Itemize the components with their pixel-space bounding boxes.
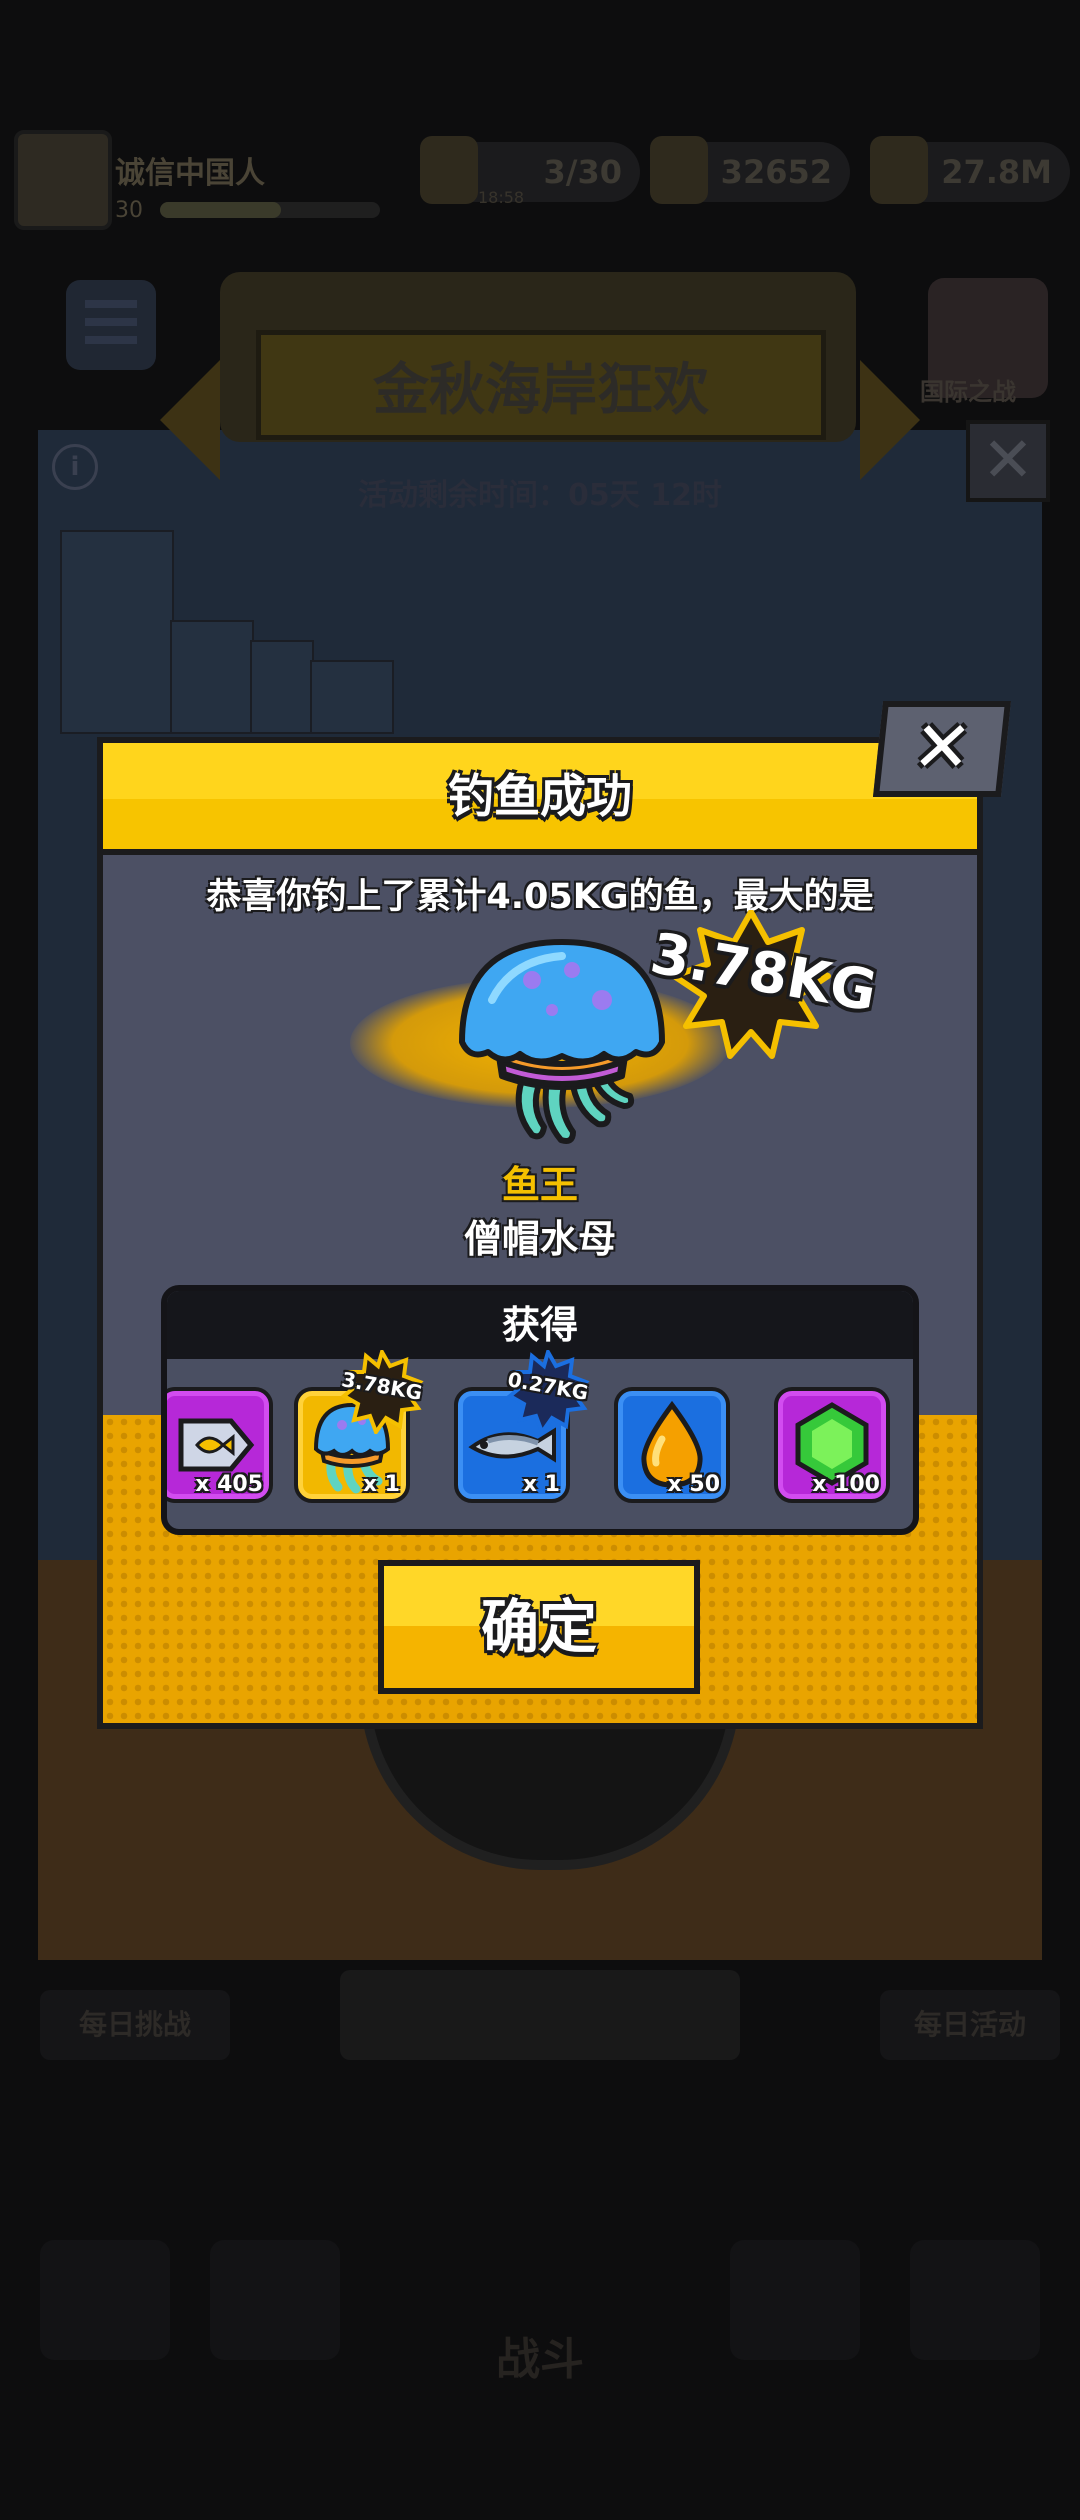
dialog-header: 钓鱼成功 bbox=[103, 743, 977, 855]
coin-counter[interactable]: 32652 bbox=[650, 136, 850, 204]
event-title: 金秋海岸狂欢 bbox=[256, 330, 826, 440]
nav-shop[interactable] bbox=[40, 2240, 170, 2360]
nav-collection[interactable] bbox=[730, 2240, 860, 2360]
info-icon[interactable]: i bbox=[52, 444, 98, 490]
nav-team[interactable] bbox=[210, 2240, 340, 2360]
reward-item[interactable]: x 405 bbox=[167, 1387, 273, 1503]
catch-summary-text: 恭喜你钓上了累计4.05KG的鱼，最大的是 bbox=[206, 877, 874, 917]
cash-icon bbox=[870, 136, 928, 204]
event-timer: 活动剩余时间：05天 12时 bbox=[358, 478, 722, 513]
energy-icon bbox=[420, 136, 478, 204]
banner-right-arrow bbox=[860, 360, 920, 480]
reward-item[interactable]: x 50 bbox=[614, 1387, 730, 1503]
top-resource-bar: 诚信中国人 30 3/30 18:58 32652 27.8M bbox=[0, 120, 1080, 240]
building bbox=[310, 660, 394, 734]
energy-counter[interactable]: 3/30 bbox=[420, 136, 640, 204]
confirm-button[interactable]: 确定 bbox=[378, 1560, 700, 1694]
daily-challenge-tab[interactable]: 每日挑战 bbox=[40, 1990, 230, 2060]
jellyfish-icon bbox=[459, 939, 665, 1144]
nav-more[interactable] bbox=[910, 2240, 1040, 2360]
rewards-header: 获得 bbox=[167, 1291, 913, 1359]
shield-event-label: 国际之战 bbox=[920, 378, 1016, 406]
player-name: 诚信中国人 bbox=[115, 156, 265, 191]
fish-rank-label: 鱼王 bbox=[501, 1163, 578, 1207]
cash-counter[interactable]: 27.8M bbox=[870, 136, 1070, 204]
reward-qty: x 1 bbox=[522, 1472, 560, 1497]
building bbox=[60, 530, 174, 734]
coin-icon bbox=[650, 136, 708, 204]
reward-qty: x 50 bbox=[667, 1472, 720, 1497]
cast-button[interactable] bbox=[340, 1970, 740, 2060]
close-button[interactable]: ✕ bbox=[872, 701, 1012, 797]
weight-badge: 0.27KG bbox=[506, 1346, 590, 1437]
event-close-button[interactable]: ✕ bbox=[966, 420, 1050, 502]
bottom-tabs: 每日挑战 每日活动 bbox=[0, 1960, 1080, 2070]
fish-name: 僧帽水母 bbox=[463, 1217, 616, 1261]
player-level: 30 bbox=[115, 198, 143, 223]
reward-qty: x 100 bbox=[812, 1472, 880, 1497]
xp-bar bbox=[160, 202, 380, 218]
bottom-nav: 战斗 bbox=[0, 2180, 1080, 2400]
daily-activity-tab[interactable]: 每日活动 bbox=[880, 1990, 1060, 2060]
reward-item[interactable]: x 100 bbox=[774, 1387, 890, 1503]
player-avatar[interactable] bbox=[14, 130, 112, 230]
reward-qty: x 1 bbox=[362, 1472, 400, 1497]
menu-button[interactable] bbox=[66, 280, 156, 370]
close-icon: ✕ bbox=[908, 706, 976, 788]
reward-qty: x 405 bbox=[195, 1472, 263, 1497]
weight-badge: 3.78KG bbox=[340, 1346, 424, 1437]
energy-refill-timer: 18:58 bbox=[478, 188, 525, 207]
hamburger-icon bbox=[85, 300, 137, 308]
building bbox=[170, 620, 254, 734]
dialog-title: 钓鱼成功 bbox=[448, 769, 632, 823]
building bbox=[250, 640, 314, 734]
nav-battle[interactable]: 战斗 bbox=[420, 2200, 660, 2390]
banner-left-arrow bbox=[160, 360, 220, 480]
confirm-label: 确定 bbox=[480, 1593, 597, 1661]
